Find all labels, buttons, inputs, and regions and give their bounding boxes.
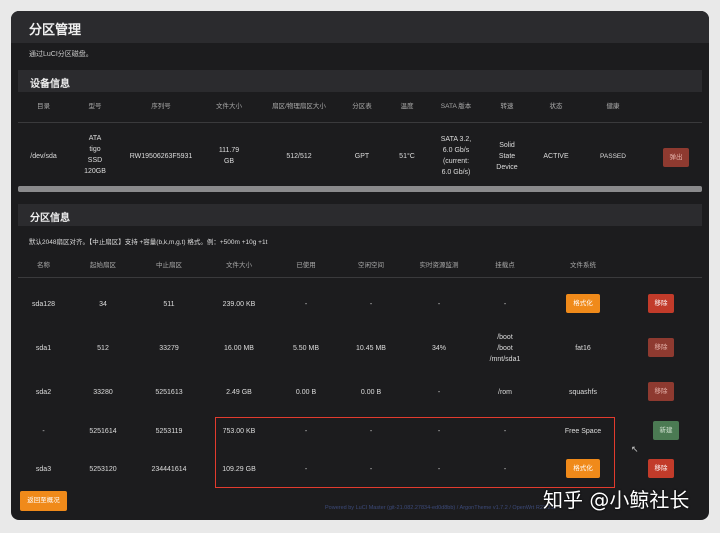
watermark: 知乎 @小鲸社长 <box>543 488 690 512</box>
partition-usage-cell: - <box>437 389 441 396</box>
partition-start-cell: 5253120 <box>89 466 117 473</box>
divider <box>18 277 702 278</box>
horizontal-scrollbar[interactable] <box>18 186 702 192</box>
device-header-cell: SATA 版本 <box>440 103 472 110</box>
partition-free-cell: - <box>369 301 373 308</box>
partition-section-header: 分区信息 <box>18 204 702 226</box>
title-bar: 分区管理 <box>11 11 709 43</box>
device-partition-table: GPT <box>354 153 370 160</box>
device-section-header: 设备信息 <box>18 70 702 92</box>
device-health: PASSED <box>600 153 626 160</box>
partition-end-cell: 5251613 <box>155 389 183 396</box>
device-section-title: 设备信息 <box>30 79 70 90</box>
device-status: ACTIVE <box>543 153 569 160</box>
partition-header-cell: 中止扇区 <box>156 262 182 269</box>
partition-free-cell: 10.45 MB <box>356 345 386 352</box>
page-title: 分区管理 <box>29 22 82 37</box>
partition-start-cell: 33280 <box>93 389 113 396</box>
device-rotation: Solid State Device <box>496 142 518 171</box>
partition-end-cell: 234441614 <box>151 466 187 473</box>
partition-header-cell: 名称 <box>37 262 50 269</box>
partition-name-cell: sda2 <box>35 389 52 396</box>
partition-header-cell: 文件大小 <box>226 262 252 269</box>
partition-used-cell: - <box>304 301 308 308</box>
partition-header-cell: 实时资源监测 <box>419 262 459 269</box>
partition-usage-cell: 34% <box>431 345 446 352</box>
partition-name-cell: - <box>42 428 45 435</box>
partition-mount-cell: /boot/boot/mnt/sda1 <box>489 334 521 363</box>
partition-free-cell: 0.00 B <box>360 389 382 396</box>
remove-partition-button[interactable]: 移除 <box>648 294 674 313</box>
partition-size-cell: 239.00 KB <box>222 301 256 308</box>
partition-size-cell: 2.49 GB <box>226 389 252 396</box>
partition-header-cell: 已使用 <box>296 262 316 269</box>
device-header-cell: 目录 <box>37 103 50 110</box>
partition-end-cell: 511 <box>163 301 175 308</box>
partition-mount-cell: /rom <box>498 389 512 396</box>
footer: Powered by LuCI Master (git-21.082.27834… <box>325 505 556 511</box>
device-sata-version: SATA 3.2, 6.0 Gb/s (current: 6.0 Gb/s) <box>440 136 472 176</box>
partition-used-cell: 0.00 B <box>295 389 317 396</box>
partition-name-cell: sda1 <box>35 345 52 352</box>
device-header-cell: 型号 <box>88 103 102 110</box>
partition-end-cell: 33279 <box>159 345 179 352</box>
partition-panel: 分区管理 通过LuCI分区磁盘。 设备信息 目录 型号 序列号 文件大小 扇区/物理扇区… <box>11 11 709 520</box>
partition-used-cell: 5.50 MB <box>292 345 320 352</box>
eject-button[interactable]: 弹出 <box>663 148 689 167</box>
device-header-cell: 序列号 <box>151 103 171 110</box>
remove-partition-button[interactable]: 移除 <box>648 382 674 401</box>
device-header-cell: 温度 <box>400 103 414 110</box>
partition-mount-cell: - <box>503 301 507 308</box>
page-description: 通过LuCI分区磁盘。 <box>29 51 93 58</box>
remove-partition-button[interactable]: 移除 <box>648 338 674 357</box>
partition-name-cell: sda3 <box>35 466 52 473</box>
partition-start-cell: 34 <box>99 301 107 308</box>
device-header-cell: 状态 <box>549 103 563 110</box>
format-button[interactable]: 格式化 <box>566 294 600 313</box>
partition-header-cell: 起始扇区 <box>90 262 116 269</box>
partition-name-cell: sda128 <box>32 301 55 308</box>
partition-header-cell: 文件系统 <box>570 262 596 269</box>
partition-header-cell: 挂载点 <box>495 262 515 269</box>
partition-usage-cell: - <box>437 301 441 308</box>
device-header-cell: 文件大小 <box>216 103 242 110</box>
new-partition-button[interactable]: 新建 <box>653 421 679 440</box>
partition-section-title: 分区信息 <box>30 213 70 224</box>
device-serial: RW19506263F5931 <box>129 153 193 160</box>
remove-partition-button[interactable]: 移除 <box>648 459 674 478</box>
partition-size-cell: 16.00 MB <box>224 345 254 352</box>
partition-filesystem-cell: fat16 <box>575 345 591 352</box>
device-header-cell: 健康 <box>606 103 620 110</box>
mouse-cursor-icon: ↖ <box>631 444 639 454</box>
highlight-annotation <box>215 417 615 488</box>
device-sector: 512/512 <box>286 153 312 160</box>
device-path: /dev/sda <box>30 153 57 160</box>
divider <box>18 122 702 123</box>
device-size: 111.79 GB <box>218 147 240 165</box>
device-header-cell: 扇区/物理扇区大小 <box>272 103 326 110</box>
partition-start-cell: 5251614 <box>89 428 117 435</box>
partition-filesystem-cell: squashfs <box>568 389 598 396</box>
device-header-cell: 转速 <box>500 103 514 110</box>
partition-header-cell: 空闲空间 <box>358 262 384 269</box>
partition-start-cell: 512 <box>97 345 109 352</box>
device-model: ATA tigo SSD 120GB <box>84 135 106 175</box>
device-temperature: 51°C <box>399 153 415 160</box>
device-header-cell: 分区表 <box>352 103 372 110</box>
partition-end-cell: 5253119 <box>155 428 183 435</box>
back-to-overview-button[interactable]: 返回至概况 <box>20 491 67 511</box>
partition-hint: 默认2048扇区对齐。【中止扇区】支持 +容量(b,k,m,g,t) 格式。例：… <box>29 239 268 246</box>
